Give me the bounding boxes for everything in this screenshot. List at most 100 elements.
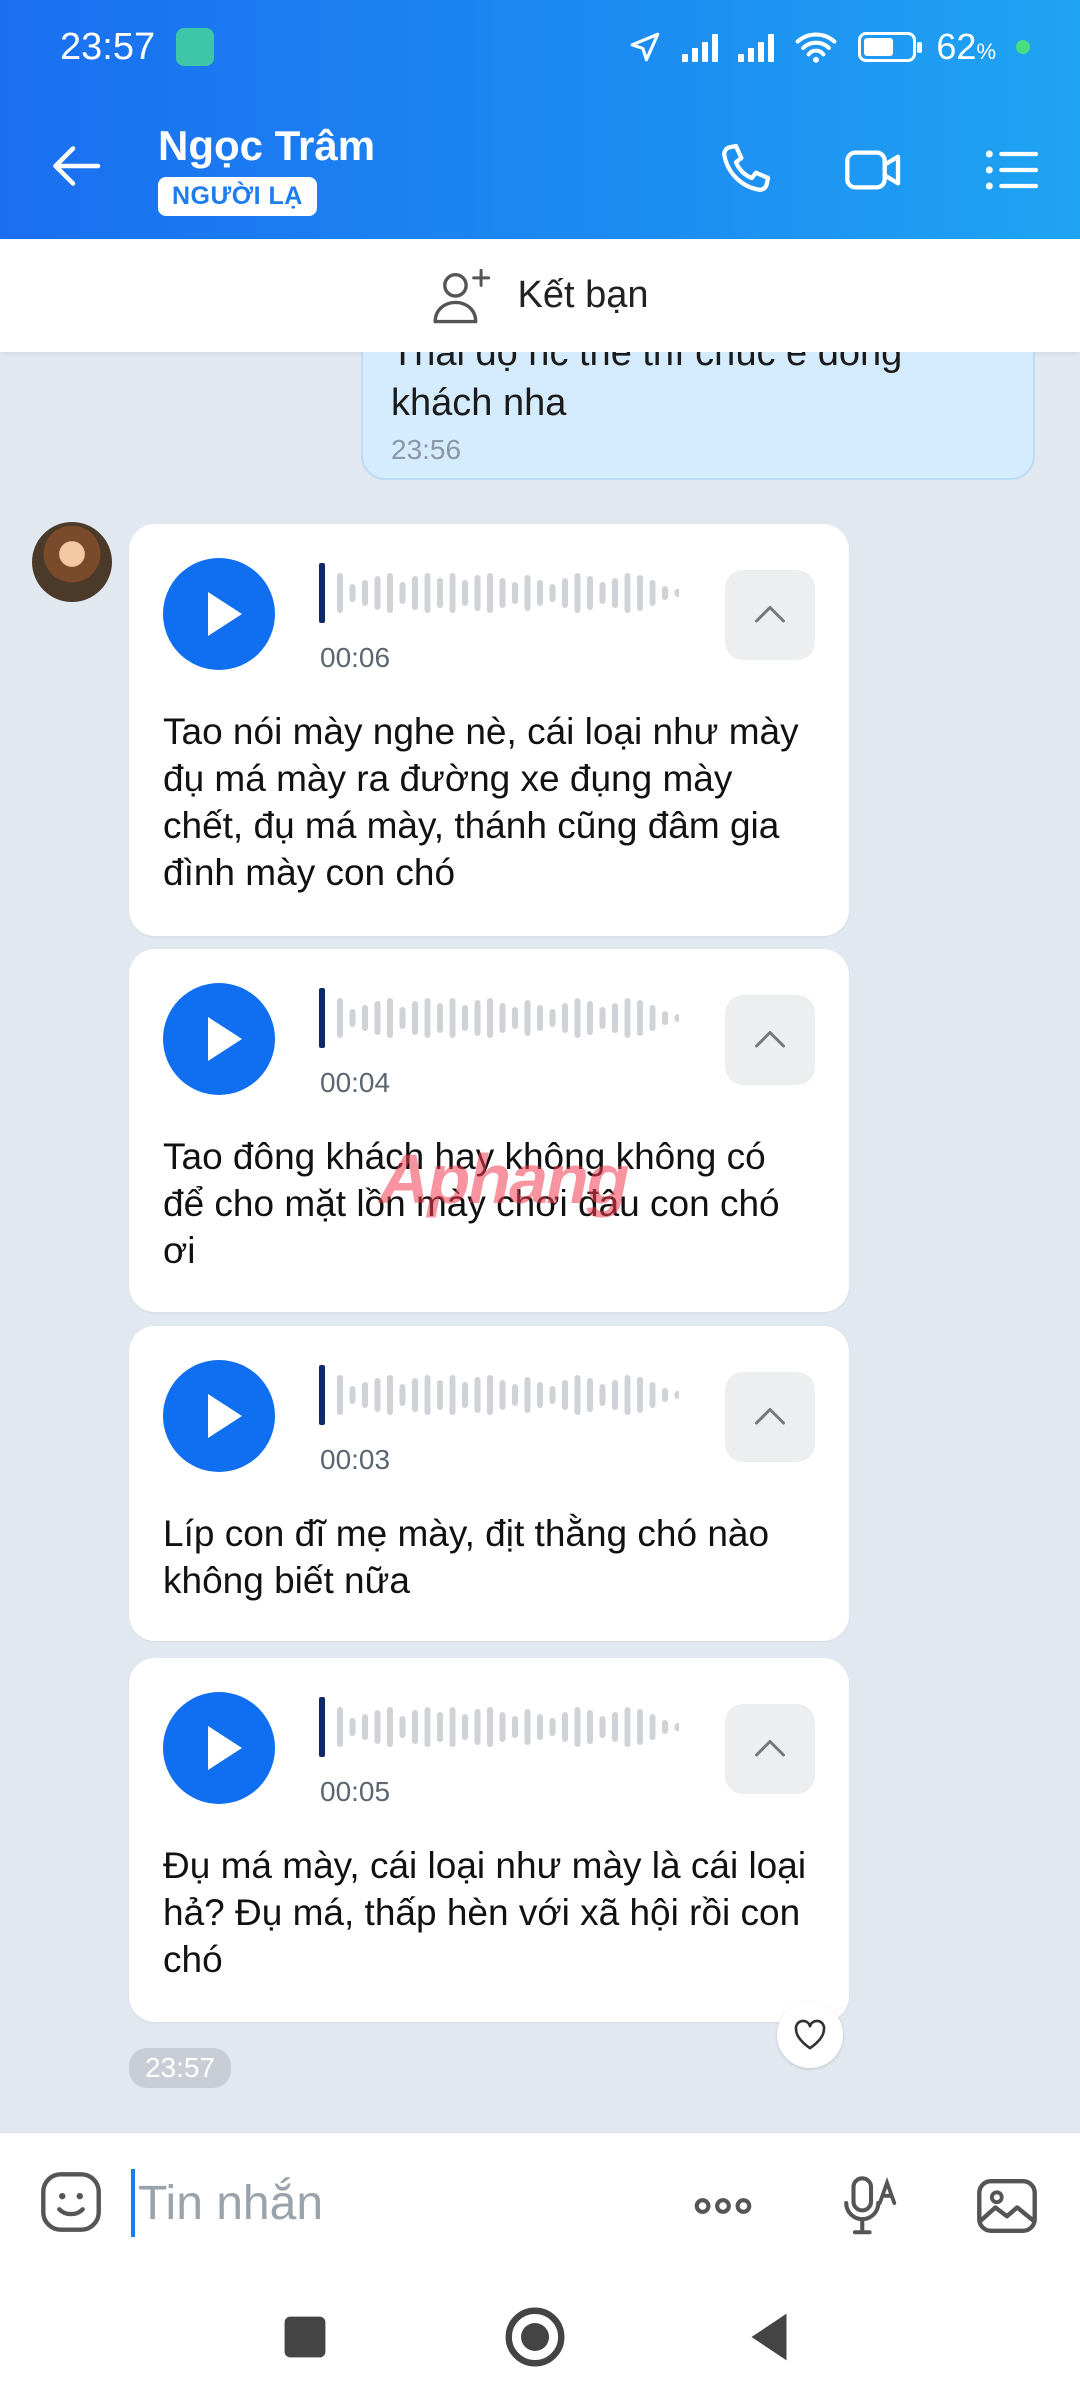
waveform-bar xyxy=(662,586,668,600)
message-list[interactable]: Thái độ nc thế thì chúc e đông khách nha… xyxy=(0,352,1080,2132)
waveform-bar xyxy=(549,1386,556,1404)
waveform-bar xyxy=(549,584,556,602)
waveform-bar xyxy=(387,1375,393,1415)
battery-icon xyxy=(858,32,923,62)
waveform-bar xyxy=(462,1382,468,1408)
text-caret xyxy=(131,2169,135,2237)
waveform-bar xyxy=(462,1714,468,1740)
playhead xyxy=(319,1697,325,1757)
reaction-button[interactable] xyxy=(777,2002,843,2068)
contact-name[interactable]: Ngọc Trâm xyxy=(158,122,375,170)
waveform-bar xyxy=(349,584,356,602)
waveform-bar xyxy=(337,1707,343,1747)
waveform-bar xyxy=(512,1716,518,1738)
sticker-icon[interactable] xyxy=(36,2167,106,2237)
playhead xyxy=(319,1365,325,1425)
waveform-bar xyxy=(587,1710,593,1744)
chevron-up-icon xyxy=(755,1031,785,1048)
message-composer xyxy=(0,2132,1080,2273)
waveform-bar xyxy=(474,1709,481,1745)
voice-duration: 00:03 xyxy=(320,1444,391,1475)
waveform-bar xyxy=(587,1001,593,1035)
battery-level xyxy=(864,38,894,56)
waveform-bar xyxy=(424,1375,431,1415)
status-time: 23:57 xyxy=(60,26,156,68)
waveform-bar xyxy=(362,580,368,606)
battery-percent: 62% xyxy=(936,26,996,67)
waveform-bar xyxy=(562,1380,568,1410)
waveform-bar xyxy=(587,1378,593,1412)
waveform-bar xyxy=(599,1007,606,1029)
waveform-bar xyxy=(524,575,531,611)
play-button[interactable] xyxy=(163,558,275,670)
waveform-bar xyxy=(674,1014,679,1022)
play-button[interactable] xyxy=(163,1360,275,1472)
voice-message-card[interactable]: 00:04 Tao đông khách hay không không có … xyxy=(129,949,849,1312)
waveform-bar xyxy=(574,1375,581,1415)
sent-message-bubble[interactable]: Thái độ nc thế thì chúc e đông khách nha… xyxy=(361,352,1035,480)
chat-header: Ngọc Trâm NGƯỜI LẠ xyxy=(0,100,1080,239)
voice-duration: 00:04 xyxy=(320,1067,391,1098)
location-icon xyxy=(631,32,660,62)
collapse-button[interactable] xyxy=(725,570,815,660)
waveform-bar xyxy=(362,1382,368,1408)
message-input[interactable] xyxy=(138,2169,658,2237)
voice-to-text-icon[interactable] xyxy=(836,2171,906,2241)
back-triangle-icon[interactable] xyxy=(734,2302,804,2372)
waveform-bar xyxy=(499,1712,506,1742)
waveform-bar xyxy=(612,1003,618,1033)
waveform-bar xyxy=(474,1377,481,1413)
waveform-bar xyxy=(512,1384,518,1406)
waveform-bar xyxy=(362,1005,368,1031)
recents-square-icon[interactable] xyxy=(270,2302,340,2372)
received-message-time: 23:57 xyxy=(129,2048,232,2088)
more-options-icon[interactable] xyxy=(688,2171,758,2241)
voice-message-card[interactable]: 00:03 Líp con đĩ mẹ mày, địt thằng chó n… xyxy=(129,1326,849,1641)
waveform-bar xyxy=(449,998,456,1038)
collapse-button[interactable] xyxy=(725,1704,815,1794)
waveform-bar xyxy=(574,998,581,1038)
waveform xyxy=(319,563,679,623)
waveform-bar xyxy=(637,1377,643,1413)
waveform-bar xyxy=(399,582,406,604)
chevron-up-icon xyxy=(755,606,785,623)
waveform-bar xyxy=(349,1386,356,1404)
waveform-bar xyxy=(449,1375,456,1415)
waveform-bar xyxy=(599,582,606,604)
collapse-button[interactable] xyxy=(725,1372,815,1462)
waveform-bar xyxy=(449,1707,456,1747)
menu-list-icon[interactable] xyxy=(980,138,1044,202)
playhead xyxy=(319,563,325,623)
waveform-bar xyxy=(537,1714,543,1740)
waveform-bar xyxy=(637,1000,643,1036)
phone-icon[interactable] xyxy=(712,138,776,202)
waveform-bar xyxy=(624,573,631,613)
waveform-bar xyxy=(612,578,618,608)
voice-duration: 00:05 xyxy=(320,1776,391,1807)
play-button[interactable] xyxy=(163,1692,275,1804)
waveform-bar xyxy=(487,573,493,613)
voice-transcript: Líp con đĩ mẹ mày, địt thằng chó nào khô… xyxy=(163,1513,770,1601)
collapse-button[interactable] xyxy=(725,995,815,1085)
video-call-icon[interactable] xyxy=(842,138,906,202)
home-circle-icon[interactable] xyxy=(500,2302,570,2372)
waveform-bar xyxy=(387,1707,393,1747)
waveform-bar xyxy=(437,1712,443,1742)
signal-1-icon xyxy=(682,32,719,62)
waveform-bar xyxy=(674,589,679,597)
contact-avatar[interactable] xyxy=(32,522,112,602)
waveform-bar xyxy=(449,573,456,613)
voice-message-card[interactable]: 00:06 Tao nói mày nghe nè, cái loại như … xyxy=(129,524,849,936)
back-arrow-icon[interactable] xyxy=(48,136,108,196)
waveform-bar xyxy=(562,1003,568,1033)
voice-duration: 00:06 xyxy=(320,642,391,673)
waveform-bar xyxy=(412,1710,418,1744)
waveform-bar xyxy=(662,1011,668,1025)
notification-app-icon xyxy=(176,28,214,66)
play-button[interactable] xyxy=(163,983,275,1095)
waveform xyxy=(319,988,679,1048)
waveform-bar xyxy=(349,1009,356,1027)
voice-message-card[interactable]: 00:05 Đụ má mày, cái loại như mày là cái… xyxy=(129,1658,849,2022)
add-friend-bar[interactable]: Kết bạn xyxy=(0,239,1080,352)
image-gallery-icon[interactable] xyxy=(972,2171,1042,2241)
